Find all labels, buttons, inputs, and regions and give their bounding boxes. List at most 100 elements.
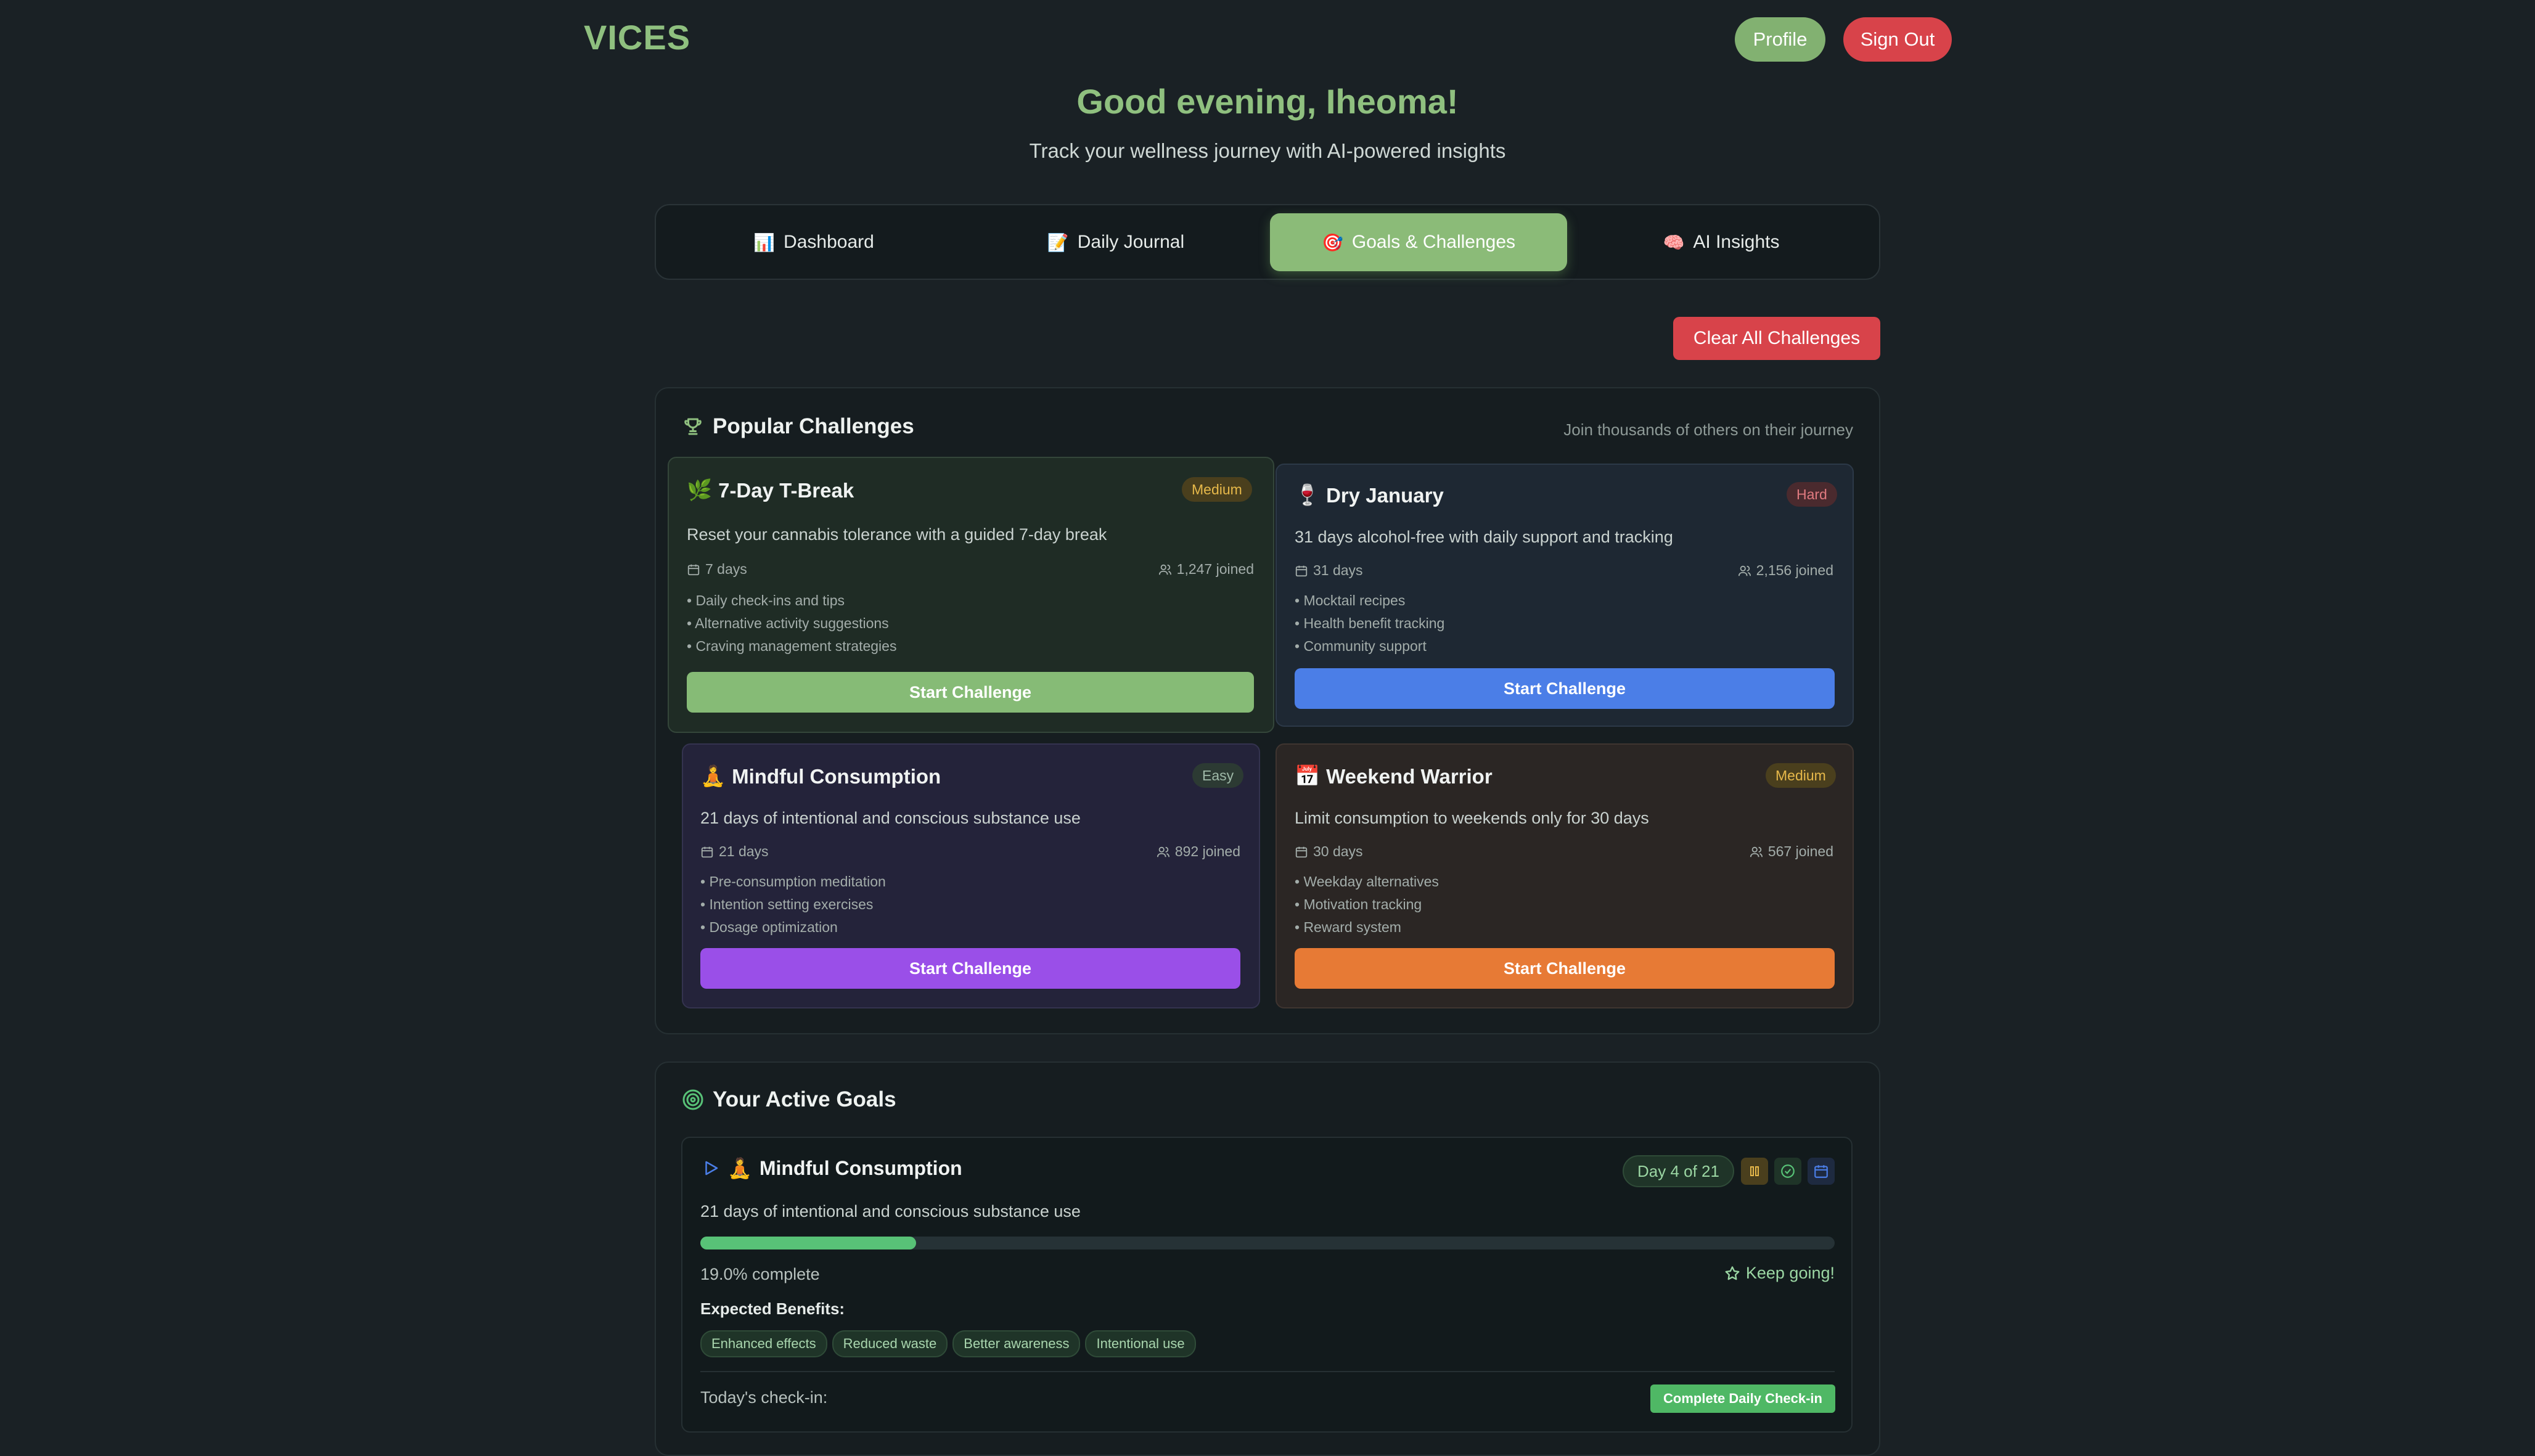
joined-text: 892 joined bbox=[1174, 843, 1240, 859]
joined-text: 2,156 joined bbox=[1756, 562, 1833, 578]
star-icon bbox=[1725, 1266, 1740, 1280]
feature-item: • Reward system bbox=[1295, 919, 1401, 935]
goal-description: 21 days of intentional and conscious sub… bbox=[700, 1202, 1081, 1221]
day-progress-pill: Day 4 of 21 bbox=[1623, 1155, 1734, 1187]
duration-text: 31 days bbox=[1313, 562, 1363, 578]
difficulty-badge: Easy bbox=[1192, 763, 1244, 788]
pause-icon[interactable] bbox=[1741, 1158, 1768, 1185]
tab-daily-journal[interactable]: 📝 Daily Journal bbox=[967, 213, 1265, 271]
complete-checkin-button[interactable]: Complete Daily Check-in bbox=[1650, 1384, 1835, 1413]
benefits-label: Expected Benefits: bbox=[700, 1299, 845, 1318]
challenge-features: • Weekday alternatives • Motivation trac… bbox=[1295, 870, 1439, 939]
challenge-title-text: Weekend Warrior bbox=[1326, 764, 1493, 788]
profile-button[interactable]: Profile bbox=[1735, 17, 1825, 62]
start-challenge-button[interactable]: Start Challenge bbox=[1295, 948, 1835, 989]
challenge-features: • Daily check-ins and tips • Alternative… bbox=[687, 589, 896, 658]
start-challenge-button[interactable]: Start Challenge bbox=[700, 948, 1240, 989]
feature-item: • Motivation tracking bbox=[1295, 896, 1422, 912]
duration-text: 30 days bbox=[1313, 843, 1363, 859]
feature-item: • Weekday alternatives bbox=[1295, 873, 1439, 890]
challenge-description: Reset your cannabis tolerance with a gui… bbox=[687, 525, 1107, 544]
challenge-title-text: 7-Day T-Break bbox=[718, 478, 854, 502]
benefit-tag: Enhanced effects bbox=[700, 1330, 827, 1357]
feature-item: • Alternative activity suggestions bbox=[687, 615, 889, 631]
tab-label: Dashboard bbox=[784, 232, 874, 252]
checkin-label: Today's check-in: bbox=[700, 1388, 828, 1407]
play-icon[interactable] bbox=[702, 1158, 720, 1178]
challenge-description: 21 days of intentional and conscious sub… bbox=[700, 809, 1081, 827]
goal-progress-bar bbox=[700, 1237, 1835, 1249]
target-icon: 🎯 bbox=[1321, 232, 1343, 252]
calendar-emoji-icon: 📅 bbox=[1295, 764, 1321, 787]
benefit-tag: Better awareness bbox=[952, 1330, 1081, 1357]
check-circle-icon[interactable] bbox=[1774, 1158, 1801, 1185]
sign-out-button[interactable]: Sign Out bbox=[1843, 17, 1952, 62]
meditation-icon: 🧘 bbox=[700, 764, 726, 787]
benefits-tags: Enhanced effects Reduced waste Better aw… bbox=[700, 1330, 1196, 1357]
popular-note: Join thousands of others on their journe… bbox=[1563, 420, 1853, 439]
popular-title: Popular Challenges bbox=[713, 414, 914, 438]
joined-text: 567 joined bbox=[1767, 843, 1833, 859]
goal-title: 🧘 Mindful Consumption bbox=[702, 1156, 962, 1180]
calendar-icon bbox=[701, 846, 713, 857]
users-icon bbox=[1157, 846, 1169, 857]
tab-label: AI Insights bbox=[1693, 232, 1780, 252]
greeting-heading: Good evening, Iheoma! bbox=[1076, 82, 1459, 121]
tab-ai-insights[interactable]: 🧠 AI Insights bbox=[1572, 213, 1870, 271]
brain-icon: 🧠 bbox=[1663, 232, 1685, 252]
calendar-icon bbox=[1295, 565, 1308, 576]
challenge-description: Limit consumption to weekends only for 3… bbox=[1295, 809, 1649, 827]
challenge-title-text: Mindful Consumption bbox=[732, 764, 941, 788]
difficulty-badge: Hard bbox=[1787, 482, 1837, 507]
challenge-title-text: Dry January bbox=[1326, 483, 1444, 507]
calendar-icon[interactable] bbox=[1808, 1158, 1835, 1185]
feature-item: • Intention setting exercises bbox=[700, 896, 874, 912]
challenge-joined: 2,156 joined bbox=[1732, 562, 1833, 579]
challenge-joined: 1,247 joined bbox=[1153, 561, 1254, 578]
joined-text: 1,247 joined bbox=[1176, 561, 1254, 577]
greeting-subtitle: Track your wellness journey with AI-powe… bbox=[1029, 139, 1506, 162]
tab-goals-challenges[interactable]: 🎯 Goals & Challenges bbox=[1270, 213, 1567, 271]
feature-item: • Craving management strategies bbox=[687, 638, 897, 654]
active-goals-heading: Your Active Goals bbox=[682, 1087, 896, 1112]
progress-text: 19.0% complete bbox=[700, 1265, 820, 1283]
challenge-title: 🍷 Dry January bbox=[1295, 483, 1444, 507]
challenge-duration: 21 days bbox=[700, 843, 769, 860]
app-logo[interactable]: VICES bbox=[584, 17, 690, 57]
difficulty-badge: Medium bbox=[1766, 763, 1836, 788]
feature-item: • Health benefit tracking bbox=[1295, 615, 1445, 631]
memo-icon: 📝 bbox=[1047, 232, 1069, 252]
feature-item: • Mocktail recipes bbox=[1295, 592, 1406, 608]
leaf-icon: 🌿 bbox=[687, 478, 713, 501]
goal-progress-fill bbox=[700, 1237, 916, 1249]
users-icon bbox=[1158, 564, 1171, 575]
challenge-features: • Pre-consumption meditation • Intention… bbox=[700, 870, 886, 939]
trophy-icon bbox=[684, 418, 702, 435]
difficulty-badge: Medium bbox=[1182, 477, 1252, 502]
challenge-title: 🧘 Mindful Consumption bbox=[700, 764, 941, 788]
challenge-duration: 31 days bbox=[1295, 562, 1363, 579]
wine-glass-icon: 🍷 bbox=[1295, 483, 1321, 506]
calendar-icon bbox=[1295, 846, 1308, 857]
feature-item: • Community support bbox=[1295, 638, 1427, 654]
benefit-tag: Intentional use bbox=[1085, 1330, 1196, 1357]
feature-item: • Daily check-ins and tips bbox=[687, 592, 845, 608]
challenge-features: • Mocktail recipes • Health benefit trac… bbox=[1295, 589, 1444, 658]
feature-item: • Pre-consumption meditation bbox=[700, 873, 886, 890]
keep-going-note: Keep going! bbox=[1665, 1264, 1835, 1283]
start-challenge-button[interactable]: Start Challenge bbox=[1295, 668, 1835, 709]
users-icon bbox=[1738, 565, 1751, 576]
clear-all-challenges-button[interactable]: Clear All Challenges bbox=[1673, 317, 1880, 360]
divider bbox=[700, 1371, 1835, 1372]
duration-text: 21 days bbox=[719, 843, 769, 859]
goals-title: Your Active Goals bbox=[713, 1087, 896, 1111]
tab-dashboard[interactable]: 📊 Dashboard bbox=[665, 213, 963, 271]
challenge-title: 📅 Weekend Warrior bbox=[1295, 764, 1493, 788]
chart-icon: 📊 bbox=[753, 232, 776, 252]
calendar-icon bbox=[687, 564, 700, 575]
challenge-joined: 892 joined bbox=[1141, 843, 1240, 860]
start-challenge-button[interactable]: Start Challenge bbox=[687, 672, 1254, 713]
tab-label: Daily Journal bbox=[1077, 232, 1185, 252]
keep-going-text: Keep going! bbox=[1745, 1264, 1835, 1282]
challenge-description: 31 days alcohol-free with daily support … bbox=[1295, 528, 1673, 546]
